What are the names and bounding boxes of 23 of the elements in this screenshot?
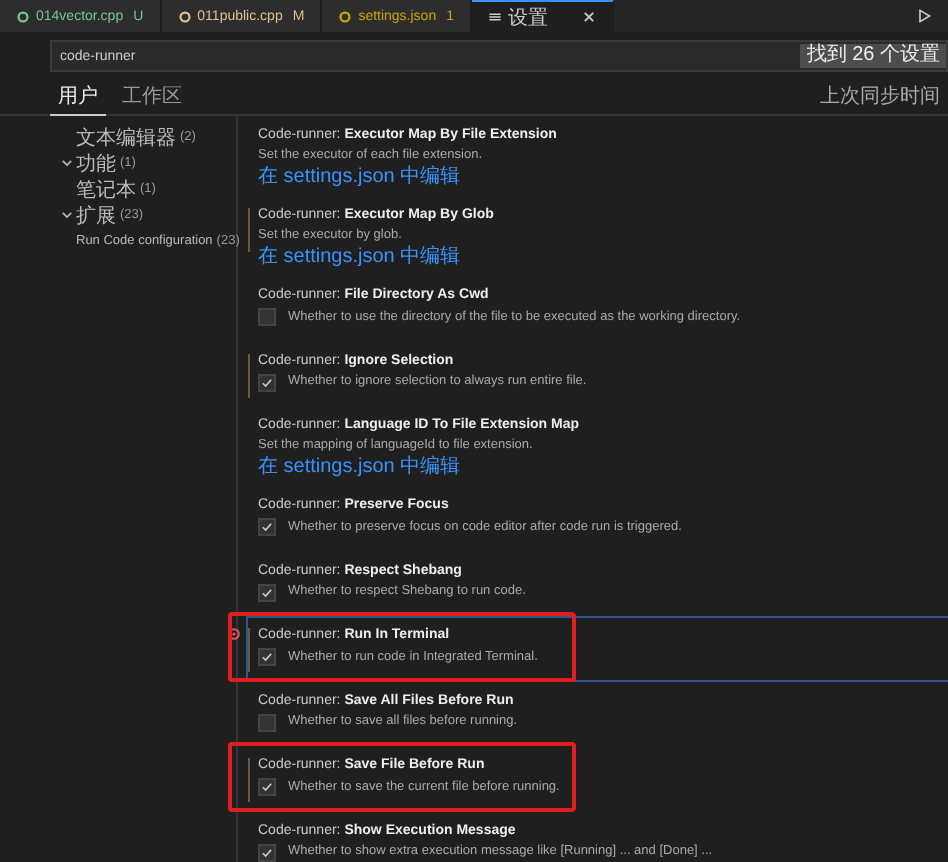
file-icon — [177, 9, 192, 23]
checkbox[interactable] — [258, 778, 276, 796]
file-icon — [16, 9, 30, 23]
file-icon — [338, 9, 353, 23]
scope-tab[interactable]: 用户 — [50, 77, 106, 115]
checkbox[interactable] — [258, 648, 276, 666]
editor-tab[interactable]: 设置 — [472, 0, 615, 32]
checkbox[interactable] — [258, 843, 276, 861]
result-count: 找到 26 个设置 — [800, 44, 946, 68]
scope-tab[interactable]: 工作区 — [114, 78, 190, 114]
edit-link[interactable]: 在 settings.json 中编辑 — [258, 166, 461, 190]
checkbox[interactable] — [258, 373, 276, 391]
gear-icon[interactable] — [226, 626, 242, 642]
edit-link[interactable]: 在 settings.json 中编辑 — [258, 456, 461, 480]
close-icon[interactable] — [582, 10, 597, 24]
edit-link[interactable]: 在 settings.json 中编辑 — [258, 246, 461, 270]
play-icon[interactable] — [916, 8, 932, 24]
checkbox[interactable] — [258, 713, 276, 731]
checkbox[interactable] — [258, 308, 276, 326]
checkbox[interactable] — [258, 583, 276, 601]
checkbox[interactable] — [258, 518, 276, 536]
list-icon — [488, 10, 503, 24]
sync-note: 上次同步时间 — [820, 83, 940, 110]
